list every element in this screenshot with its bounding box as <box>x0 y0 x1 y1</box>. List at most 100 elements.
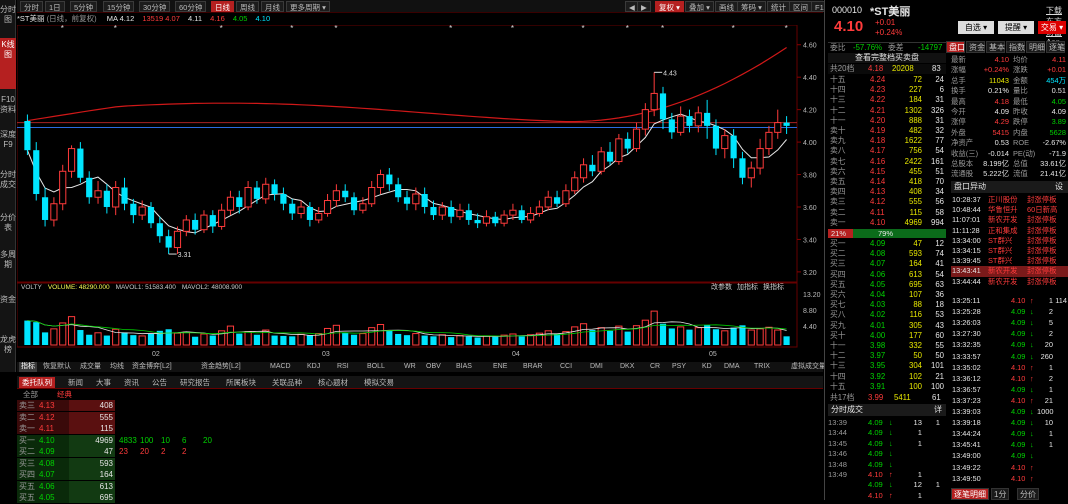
left-nav-item[interactable]: 分时图 <box>0 3 16 34</box>
quote-tab[interactable]: 所属板块 <box>223 377 259 388</box>
event-star-icon[interactable]: * <box>511 25 514 33</box>
period-button[interactable]: 日线 <box>211 1 234 12</box>
event-star-icon[interactable]: * <box>785 25 788 33</box>
indicator-tab[interactable]: ENE <box>491 362 509 372</box>
event-star-icon[interactable]: * <box>114 25 117 33</box>
quote-row[interactable]: 卖二 4.12 555 <box>17 411 823 424</box>
event-star-icon[interactable]: * <box>220 25 223 33</box>
period-button[interactable]: 分时 <box>20 1 43 12</box>
orderbook-sell-row[interactable]: 卖七 4.16 2422 161 <box>828 157 946 166</box>
kline-chart[interactable]: 4.60 4.40 4.20 4.00 3.80 3.60 3.40 3.20 * * * * * * * *… <box>17 25 823 362</box>
indicator-tab[interactable]: MACD <box>268 362 293 372</box>
candle[interactable] <box>615 133 623 165</box>
indicator-tab[interactable]: CR <box>648 362 662 372</box>
quote-tab[interactable]: 模拟交易 <box>361 377 397 388</box>
board-row[interactable]: 11:07:01 新农开发 封涨停板 <box>951 215 1068 225</box>
period-button[interactable]: 月线 <box>261 1 284 12</box>
tool-button[interactable]: 复权 ▾ <box>655 1 684 12</box>
quote-row[interactable]: 卖一 4.11 115 <box>17 423 823 435</box>
event-star-icon[interactable]: * <box>661 25 664 33</box>
orderbook-sell-row[interactable]: 十五 4.24 72 24 <box>828 75 946 84</box>
board-settings-button[interactable]: 设 <box>1055 181 1063 193</box>
indicator-tab[interactable]: 均线 <box>108 362 126 372</box>
indicator-tab[interactable]: TRIX <box>752 362 772 372</box>
event-star-icon[interactable]: * <box>61 25 64 33</box>
orderbook-buy-row[interactable]: 买五 4.05 695 63 <box>828 280 946 289</box>
timeshare-detail-button[interactable]: 详 <box>934 404 942 416</box>
quote-row[interactable]: 买五 4.06 613 <box>17 480 823 493</box>
orderbook-buy-row[interactable]: 买一 4.09 47 12 <box>828 239 946 248</box>
volume-action-button[interactable]: 加指标 <box>737 282 758 291</box>
left-nav-item[interactable]: 深度F9 <box>0 128 16 164</box>
orderbook-sell-row[interactable]: 卖十 4.19 482 32 <box>828 126 946 135</box>
period-button[interactable]: 5分钟 <box>70 1 98 12</box>
candle[interactable] <box>59 164 67 211</box>
orderbook-sell-row[interactable]: 卖六 4.15 455 51 <box>828 167 946 176</box>
orderbook-sell-row[interactable]: 卖二 4.11 115 58 <box>828 208 946 217</box>
orderbook-sell-row[interactable]: 卖四 4.13 408 34 <box>828 187 946 196</box>
indicator-tab[interactable]: BRAR <box>521 362 544 372</box>
indicator-tab[interactable]: 资金博弈[L2] <box>130 362 174 372</box>
left-nav-item[interactable]: 多周期 <box>0 248 16 289</box>
event-star-icon[interactable]: * <box>449 25 452 33</box>
tool-button[interactable]: 统计 <box>767 1 790 12</box>
side-tab[interactable]: 资金 <box>966 41 985 53</box>
event-star-icon[interactable]: * <box>290 25 293 33</box>
orderbook-buy-row[interactable]: 买三 4.07 164 41 <box>828 259 946 268</box>
left-nav-item[interactable]: 分时成交 <box>0 168 16 207</box>
board-row[interactable]: 13:44:44 新农开发 封涨停板 <box>951 277 1068 287</box>
orderbook-buy-row[interactable]: 买七 4.03 88 18 <box>828 300 946 309</box>
indicator-tab[interactable]: 恢复默认 <box>41 362 73 372</box>
orderbook-buy-row[interactable]: 买四 4.06 613 54 <box>828 270 946 279</box>
orderbook-sell-row[interactable]: 十一 4.20 888 31 <box>828 116 946 125</box>
left-nav-item[interactable]: K线图 <box>0 38 16 89</box>
indicator-tab[interactable]: DKX <box>618 362 636 372</box>
orderbook-buy-row[interactable]: 买八 4.02 116 53 <box>828 310 946 319</box>
side-tab[interactable]: 盘口 <box>946 41 965 53</box>
orderbook-buy-row[interactable]: 十五 3.91 100 100 <box>828 382 946 391</box>
full-orderbook-link[interactable]: 查看完整档买卖盘 <box>828 53 946 63</box>
quote-tab[interactable]: 研究报告 <box>177 377 213 388</box>
quote-row[interactable]: 买四 4.07 164 <box>17 469 823 481</box>
period-button[interactable]: 15分钟 <box>103 1 135 12</box>
board-row[interactable]: 10:48:44 华鲁恒升 60日新高 <box>951 205 1068 215</box>
tool-button[interactable]: 画线 <box>715 1 738 12</box>
orderbook-sell-row[interactable]: 十三 4.22 184 31 <box>828 95 946 104</box>
indicator-tab[interactable]: 指标 <box>19 362 37 372</box>
quote-tab[interactable]: 委托队列 <box>19 377 55 388</box>
period-button[interactable]: 1日 <box>45 1 65 12</box>
board-row[interactable]: 10:28:37 正川股份 封涨停板 <box>951 195 1068 205</box>
period-button[interactable]: 30分钟 <box>139 1 171 12</box>
indicator-tab[interactable]: CCI <box>558 362 574 372</box>
tool-button[interactable]: 叠加 ▾ <box>685 1 714 12</box>
quote-tab[interactable]: 核心题材 <box>315 377 351 388</box>
indicator-tab[interactable]: RSI <box>335 362 351 372</box>
alert-button[interactable]: 提醒 ▾ <box>998 21 1034 34</box>
indicator-tab[interactable]: WR <box>402 362 418 372</box>
quote-header-all[interactable]: 全部 <box>23 390 38 399</box>
tool-button[interactable]: 筹码 ▾ <box>737 1 766 12</box>
indicator-tab[interactable]: KDJ <box>305 362 322 372</box>
orderbook-buy-row[interactable]: 十四 3.92 102 21 <box>828 372 946 381</box>
orderbook-buy-row[interactable]: 买六 4.04 107 36 <box>828 290 946 299</box>
indicator-tab[interactable]: DMI <box>588 362 605 372</box>
quote-row[interactable]: 买一 4.10 4969 4833 100 10 6 20 <box>17 434 823 447</box>
orderbook-buy-row[interactable]: 十一 3.98 332 55 <box>828 341 946 350</box>
detail-tab[interactable]: 分价 <box>1017 488 1039 500</box>
indicator-tab[interactable]: KD <box>700 362 714 372</box>
quote-tab[interactable]: 资讯 <box>121 377 142 388</box>
quote-row[interactable]: 买三 4.08 593 <box>17 457 823 470</box>
board-row[interactable]: 11:11:28 正和集成 封涨停板 <box>951 226 1068 236</box>
indicator-tab[interactable]: 资金趋势[L2] <box>199 362 243 372</box>
event-star-icon[interactable]: * <box>626 25 629 33</box>
orderbook-sell-row[interactable]: 卖八 4.17 756 54 <box>828 146 946 155</box>
quote-row[interactable]: 卖三 4.13 408 <box>17 400 823 412</box>
quote-row[interactable]: 买二 4.09 47 23 20 2 2 <box>17 446 823 458</box>
quote-tab[interactable]: 大事 <box>93 377 114 388</box>
orderbook-sell-row[interactable]: 十二 4.21 1302 326 <box>828 106 946 115</box>
orderbook-sell-row[interactable]: 十四 4.23 227 6 <box>828 85 946 94</box>
orderbook-sell-row[interactable]: 卖一 4.10 4969 994 <box>828 218 946 227</box>
board-row[interactable]: 13:43:41 新农开发 封涨停板 <box>951 266 1068 277</box>
event-star-icon[interactable]: * <box>334 25 337 33</box>
orderbook-sell-row[interactable]: 卖九 4.18 1622 77 <box>828 136 946 145</box>
